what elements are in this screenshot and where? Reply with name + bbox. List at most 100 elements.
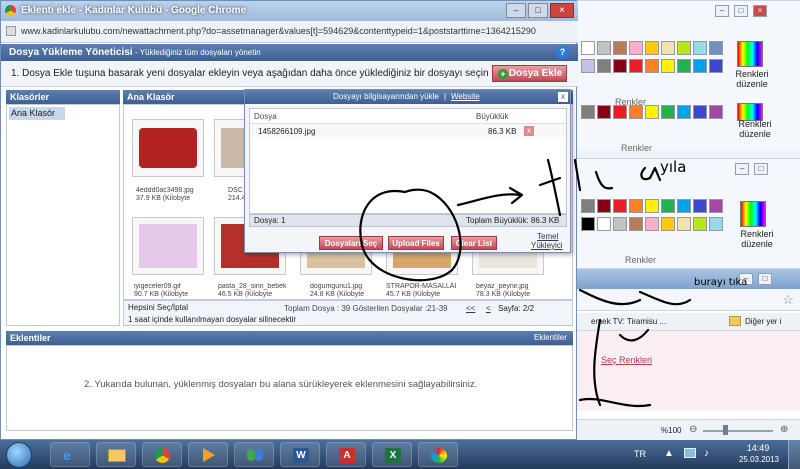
color-swatch[interactable] — [677, 41, 691, 55]
color-swatch[interactable] — [709, 41, 723, 55]
color-swatch[interactable] — [661, 41, 675, 55]
thumbnail-1[interactable] — [132, 119, 204, 177]
maximize-button[interactable]: □ — [734, 5, 748, 17]
ie-icon[interactable]: e — [50, 442, 90, 467]
maximize-button-3[interactable]: □ — [758, 273, 772, 285]
color-swatch[interactable] — [661, 59, 675, 73]
color-swatch[interactable] — [581, 105, 595, 119]
media-player-icon[interactable] — [188, 442, 228, 467]
add-file-button[interactable]: + Dosya Ekle — [492, 65, 567, 82]
color-swatch[interactable] — [677, 199, 691, 213]
color-swatch[interactable] — [629, 41, 643, 55]
select-colors-link[interactable]: Seç Renkleri — [601, 355, 652, 365]
color-swatch[interactable] — [693, 199, 707, 213]
zoom-slider[interactable] — [703, 430, 773, 432]
excel-icon[interactable]: X — [372, 442, 412, 467]
color-swatch[interactable] — [709, 105, 723, 119]
minimize-button[interactable]: – — [506, 3, 526, 18]
color-swatch[interactable] — [709, 59, 723, 73]
color-swatch[interactable] — [677, 59, 691, 73]
color-swatch[interactable] — [597, 41, 611, 55]
basic-uploader-link[interactable]: Temel — [537, 232, 558, 241]
color-swatch[interactable] — [613, 41, 627, 55]
url-bar[interactable]: www.kadinlarkulubu.com/newattachment.php… — [1, 21, 578, 43]
color-swatch[interactable] — [645, 59, 659, 73]
minimize-button-2[interactable]: – — [735, 163, 749, 175]
help-icon[interactable]: ? — [556, 46, 569, 59]
minimize-button-3[interactable]: – — [739, 273, 753, 285]
color-swatch[interactable] — [581, 41, 595, 55]
color-swatch[interactable] — [597, 217, 611, 231]
show-desktop-button[interactable] — [788, 440, 800, 469]
color-swatch[interactable] — [645, 41, 659, 55]
star-icon[interactable]: ☆ — [782, 292, 794, 308]
edit-colors-button-2[interactable]: Renkleri düzenle — [732, 119, 778, 139]
color-swatch[interactable] — [629, 59, 643, 73]
clear-list-button[interactable]: Clear List — [451, 236, 497, 250]
color-swatch[interactable] — [597, 59, 611, 73]
color-swatch[interactable] — [597, 105, 611, 119]
language-indicator[interactable]: TR — [634, 449, 646, 459]
color-swatch[interactable] — [693, 41, 707, 55]
color-swatch[interactable] — [693, 105, 707, 119]
color-swatch[interactable] — [709, 199, 723, 213]
minimize-button[interactable]: – — [715, 5, 729, 17]
volume-icon[interactable]: ♪ — [704, 448, 709, 459]
color-swatch[interactable] — [613, 199, 627, 213]
thumbnail-3[interactable] — [132, 217, 204, 275]
color-swatch[interactable] — [645, 199, 659, 213]
paint-icon[interactable] — [418, 442, 458, 467]
zoom-out-icon[interactable]: ⊖ — [689, 424, 697, 435]
network-icon[interactable] — [684, 448, 696, 458]
maximize-button[interactable]: □ — [528, 3, 548, 18]
upload-files-button[interactable]: Upload Files — [388, 236, 444, 250]
pager-first[interactable]: << — [466, 304, 475, 313]
attachments-drop-area[interactable]: 2. Yukarıda bulunan, yüklenmiş dosyaları… — [6, 345, 573, 431]
color-swatch[interactable] — [661, 105, 675, 119]
chrome-taskbar-icon[interactable] — [142, 442, 182, 467]
color-swatch[interactable] — [693, 59, 707, 73]
color-swatch[interactable] — [597, 199, 611, 213]
website-link[interactable]: Website — [451, 92, 480, 101]
remove-file-icon[interactable]: x — [524, 126, 534, 136]
maximize-button-2[interactable]: □ — [754, 163, 768, 175]
bookmark-item[interactable]: emek TV: Tiramisu ... — [591, 317, 666, 326]
edit-colors-button-3[interactable]: Renkleri düzenle — [732, 229, 782, 249]
close-button[interactable]: × — [753, 5, 767, 17]
color-swatch[interactable] — [613, 59, 627, 73]
url-text[interactable]: www.kadinlarkulubu.com/newattachment.php… — [21, 26, 573, 36]
color-swatch[interactable] — [629, 217, 643, 231]
color-swatch[interactable] — [581, 217, 595, 231]
start-button[interactable] — [6, 442, 32, 468]
explorer-icon[interactable] — [96, 442, 136, 467]
color-swatch[interactable] — [613, 105, 627, 119]
zoom-in-icon[interactable]: ⊕ — [780, 424, 788, 435]
select-files-button[interactable]: Dosyaları Seç — [319, 236, 383, 250]
color-swatch[interactable] — [581, 199, 595, 213]
other-bookmarks[interactable]: Diğer yer i — [745, 317, 781, 326]
select-all-toggle[interactable]: Hepsini Seç/İptal — [128, 303, 188, 312]
color-swatch[interactable] — [613, 217, 627, 231]
folder-item-main[interactable]: Ana Klasör — [9, 107, 65, 120]
color-swatch[interactable] — [677, 217, 691, 231]
color-swatch[interactable] — [709, 217, 723, 231]
clock-date[interactable]: 25.03.2013 — [734, 455, 784, 464]
edit-colors-button[interactable]: Renkleri düzenle — [727, 69, 777, 89]
color-swatch[interactable] — [677, 105, 691, 119]
tray-arrow-icon[interactable]: ▲ — [664, 448, 674, 459]
basic-uploader-link-2[interactable]: Yükleyici — [531, 241, 563, 250]
pager-prev[interactable]: < — [486, 304, 491, 313]
word-icon[interactable]: W — [280, 442, 320, 467]
color-swatch[interactable] — [645, 105, 659, 119]
color-swatch[interactable] — [629, 105, 643, 119]
close-icon[interactable]: x — [558, 92, 568, 102]
zoom-slider-thumb[interactable] — [723, 425, 728, 435]
messenger-icon[interactable] — [234, 442, 274, 467]
color-swatch[interactable] — [645, 217, 659, 231]
close-button[interactable]: × — [550, 3, 574, 18]
color-swatch[interactable] — [693, 217, 707, 231]
color-swatch[interactable] — [661, 217, 675, 231]
color-swatch[interactable] — [581, 59, 595, 73]
color-swatch[interactable] — [629, 199, 643, 213]
color-swatch[interactable] — [661, 199, 675, 213]
